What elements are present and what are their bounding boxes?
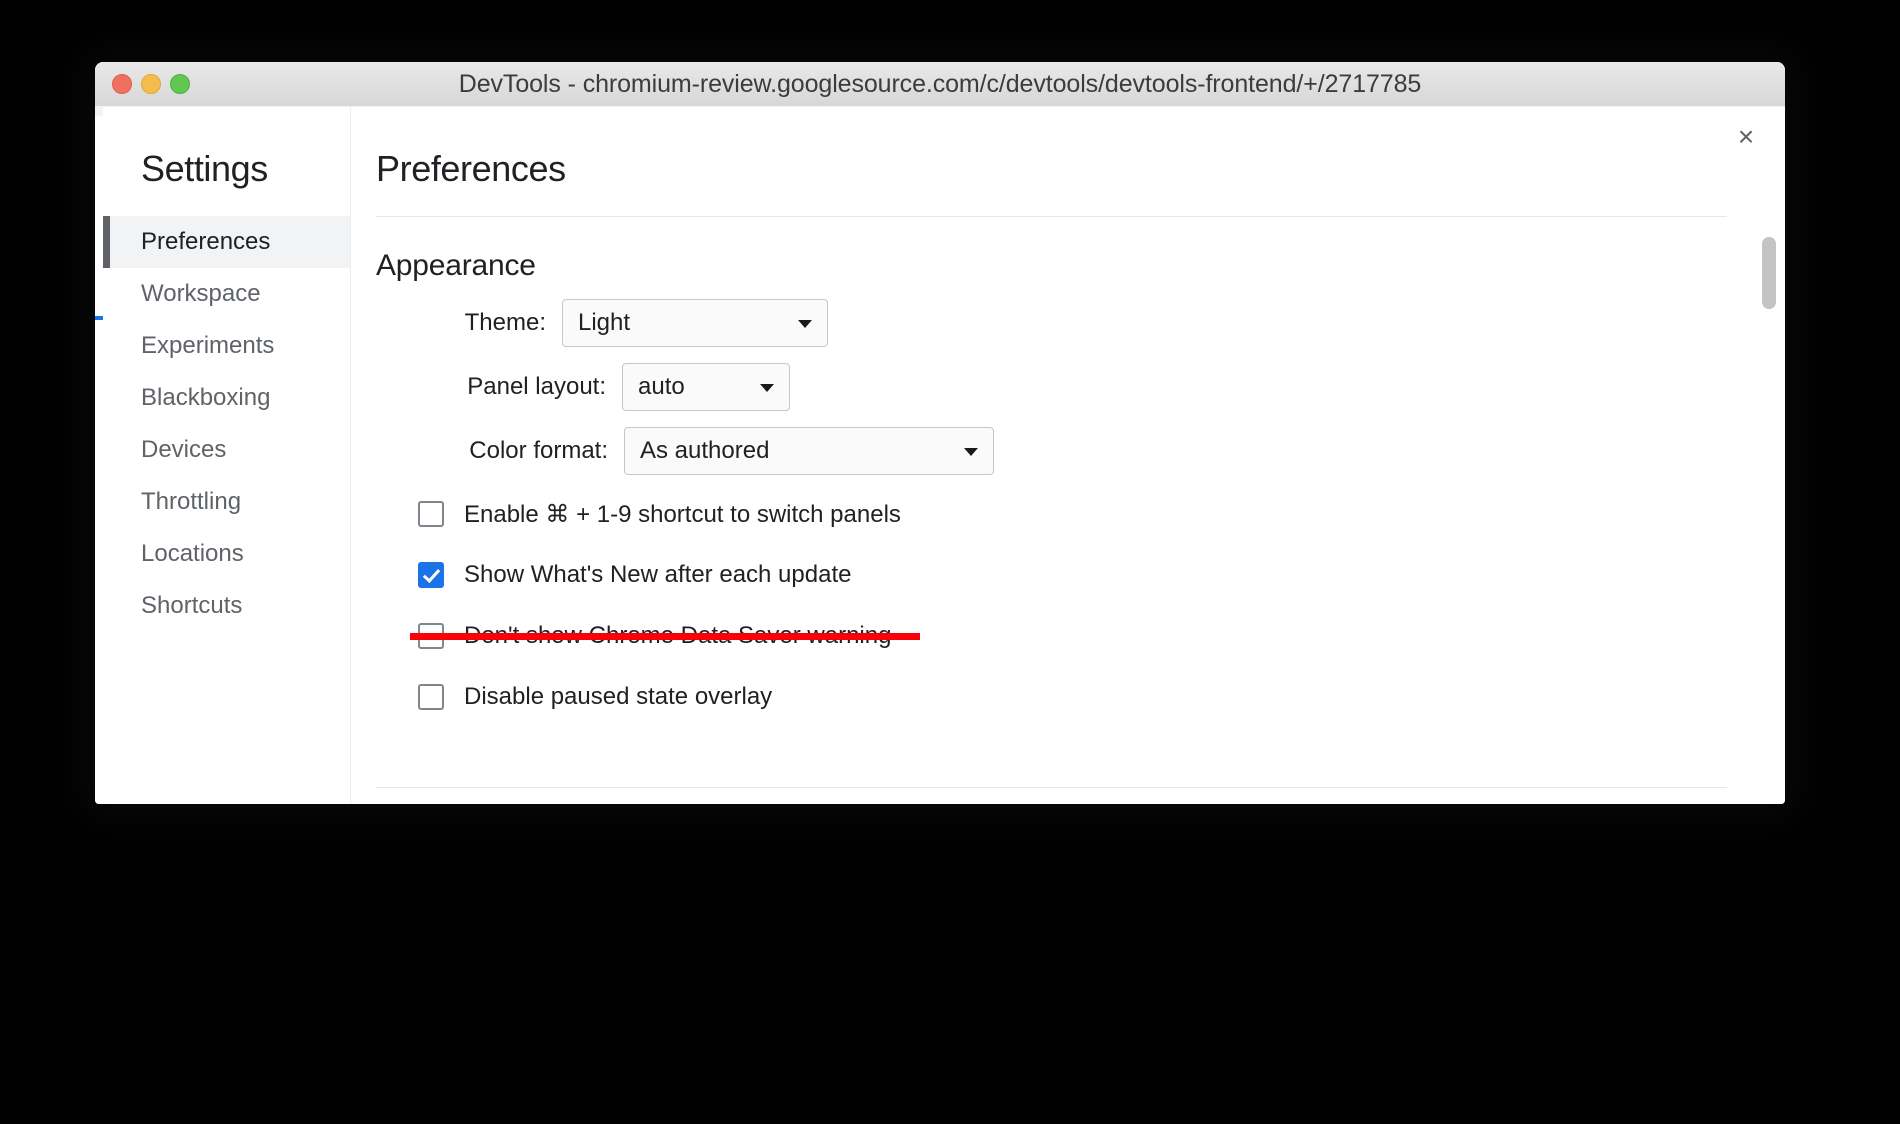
sidebar-item-label: Devices xyxy=(141,436,227,463)
sidebar-item-label: Workspace xyxy=(141,280,261,307)
panel-layout-label: Panel layout: xyxy=(467,373,606,400)
color-format-label: Color format: xyxy=(469,437,608,464)
color-format-select[interactable]: As authored xyxy=(624,427,994,475)
field-row-color-format: Color format: As authored xyxy=(376,427,1727,475)
panel-layout-select[interactable]: auto xyxy=(622,363,790,411)
settings-sidebar: Settings Preferences Workspace Experimen… xyxy=(103,107,351,804)
settings-dialog: × Settings Preferences Workspace Experim… xyxy=(103,107,1785,804)
screen-root: DevTools - chromium-review.googlesource.… xyxy=(0,0,1900,1124)
close-window-button[interactable] xyxy=(112,74,132,94)
scrollbar-thumb[interactable] xyxy=(1762,237,1776,309)
checkbox-row-shortcut[interactable]: Enable ⌘ + 1-9 shortcut to switch panels xyxy=(376,491,1727,537)
field-row-theme: Theme: Light xyxy=(376,299,1727,347)
checkbox-data-saver[interactable] xyxy=(418,623,444,649)
preferences-scrollbar[interactable] xyxy=(1762,237,1776,788)
window-title: DevTools - chromium-review.googlesource.… xyxy=(458,69,1422,98)
traffic-light-group xyxy=(112,74,190,94)
window-titlebar[interactable]: DevTools - chromium-review.googlesource.… xyxy=(95,62,1785,107)
chevron-down-icon xyxy=(760,384,774,392)
sidebar-item-workspace[interactable]: Workspace xyxy=(103,268,350,320)
checkbox-paused-overlay[interactable] xyxy=(418,684,444,710)
sidebar-item-label: Blackboxing xyxy=(141,384,271,411)
zoom-window-button[interactable] xyxy=(170,74,190,94)
sidebar-item-throttling[interactable]: Throttling xyxy=(103,476,350,528)
checkbox-paused-overlay-label: Disable paused state overlay xyxy=(464,683,773,710)
checkbox-shortcut-label: Enable ⌘ + 1-9 shortcut to switch panels xyxy=(464,500,901,528)
sidebar-item-blackboxing[interactable]: Blackboxing xyxy=(103,372,350,424)
checkbox-whats-new-label: Show What's New after each update xyxy=(464,561,852,588)
sidebar-item-label: Locations xyxy=(141,540,244,567)
section-heading-appearance: Appearance xyxy=(376,249,536,282)
sidebar-item-experiments[interactable]: Experiments xyxy=(103,320,350,372)
color-format-select-value: As authored xyxy=(640,437,770,464)
minimize-window-button[interactable] xyxy=(141,74,161,94)
checkbox-data-saver-label: Don't show Chrome Data Saver warning xyxy=(464,622,892,649)
sidebar-item-locations[interactable]: Locations xyxy=(103,528,350,580)
panel-layout-select-value: auto xyxy=(638,373,685,400)
theme-select-value: Light xyxy=(578,309,631,336)
field-row-panel-layout: Panel layout: auto xyxy=(376,363,1727,411)
preferences-scroll-area: Appearance Theme: Light Panel layout: au… xyxy=(351,249,1785,720)
sidebar-item-label: Preferences xyxy=(141,228,271,255)
checkbox-shortcut[interactable] xyxy=(418,501,444,527)
settings-content: Preferences Appearance Theme: Light Pane… xyxy=(351,107,1785,804)
checkbox-whats-new[interactable] xyxy=(418,562,444,588)
sidebar-item-label: Experiments xyxy=(141,332,275,359)
sidebar-item-devices[interactable]: Devices xyxy=(103,424,350,476)
sidebar-item-label: Shortcuts xyxy=(141,592,243,619)
sidebar-item-shortcuts[interactable]: Shortcuts xyxy=(103,580,350,632)
content-bottom-divider xyxy=(376,787,1727,788)
theme-label: Theme: xyxy=(464,309,546,336)
sidebar-title: Settings xyxy=(141,148,268,189)
devtools-accent-marker xyxy=(95,316,103,320)
devtools-window: DevTools - chromium-review.googlesource.… xyxy=(95,62,1785,804)
page-title: Preferences xyxy=(376,148,566,189)
sidebar-item-label: Throttling xyxy=(141,488,242,515)
theme-select[interactable]: Light xyxy=(562,299,828,347)
checkbox-row-paused-overlay[interactable]: Disable paused state overlay xyxy=(376,674,1727,720)
chevron-down-icon xyxy=(798,320,812,328)
chevron-down-icon xyxy=(964,448,978,456)
settings-columns: Settings Preferences Workspace Experimen… xyxy=(103,107,1785,804)
content-divider xyxy=(376,216,1727,217)
checkbox-row-whats-new[interactable]: Show What's New after each update xyxy=(376,552,1727,598)
sidebar-item-preferences[interactable]: Preferences xyxy=(103,216,350,268)
checkbox-row-data-saver[interactable]: Don't show Chrome Data Saver warning xyxy=(376,613,1727,659)
